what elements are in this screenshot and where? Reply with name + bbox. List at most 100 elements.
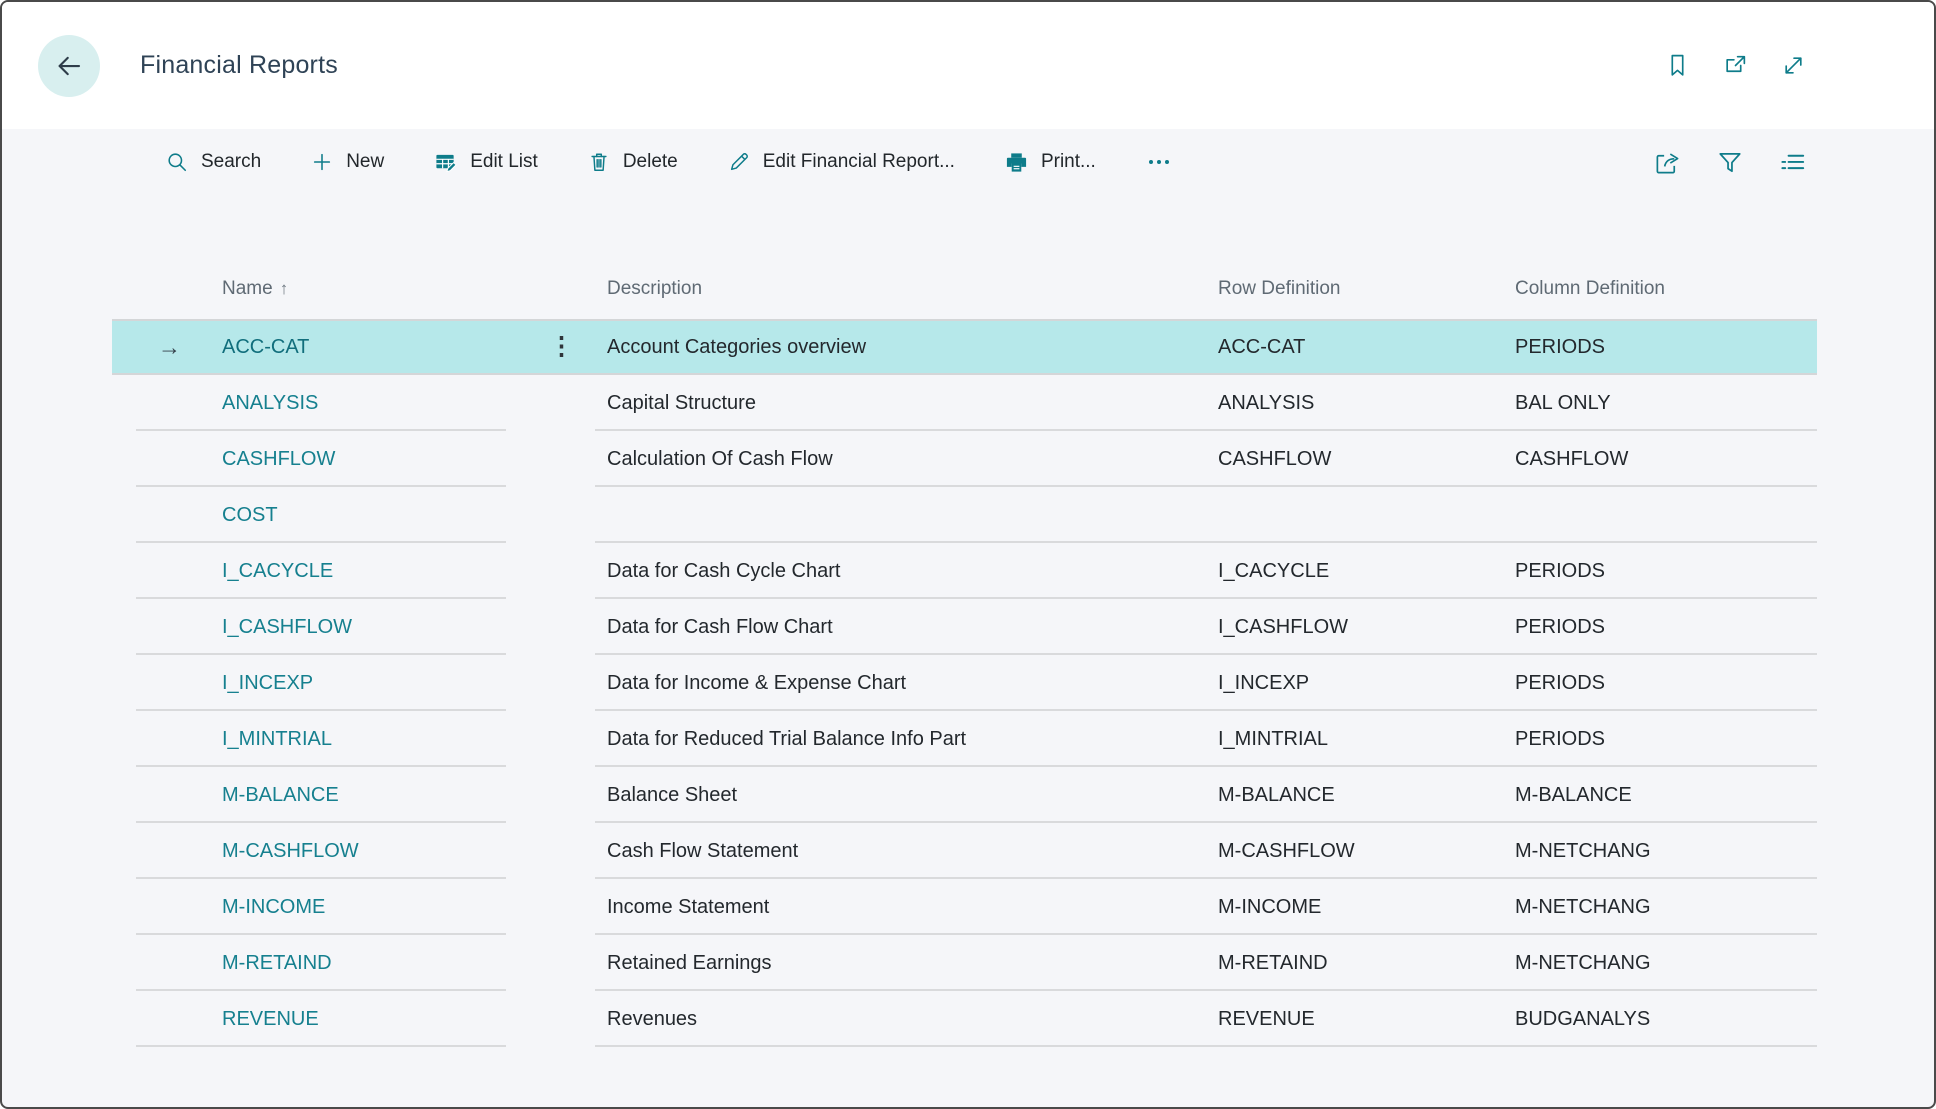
table-row[interactable]: → M-CASHFLOW ⋮ Cash Flow Statement M-CAS… [112, 823, 1817, 879]
row-definition-cell: I_INCEXP [1218, 672, 1515, 695]
column-header-description[interactable]: Description [607, 278, 1218, 300]
description-cell: Capital Structure [607, 392, 1218, 415]
row-context-menu-icon[interactable]: ⋮ [547, 334, 574, 360]
row-definition-link[interactable]: ANALYSIS [1218, 392, 1314, 414]
name-cell: M-RETAIND [222, 952, 547, 975]
table-row[interactable]: → I_INCEXP ⋮ Data for Income & Expense C… [112, 655, 1817, 711]
table-row[interactable]: → I_MINTRIAL ⋮ Data for Reduced Trial Ba… [112, 711, 1817, 767]
column-definition-link[interactable]: PERIODS [1515, 336, 1605, 359]
column-definition-link[interactable]: M-NETCHANG [1515, 952, 1651, 974]
table-row[interactable]: → CASHFLOW ⋮ Calculation Of Cash Flow CA… [112, 431, 1817, 487]
name-cell: I_INCEXP [222, 672, 547, 695]
table-row[interactable]: → ANALYSIS ⋮ Capital Structure ANALYSIS … [112, 375, 1817, 431]
sort-ascending-icon: ↑ [280, 279, 289, 299]
name-link[interactable]: I_INCEXP [222, 672, 313, 694]
row-gutter: → [112, 840, 222, 863]
name-cell: ANALYSIS [222, 392, 547, 415]
column-definition-link[interactable]: M-NETCHANG [1515, 896, 1651, 918]
delete-button[interactable]: Delete [588, 151, 678, 173]
row-definition-link[interactable]: M-CASHFLOW [1218, 840, 1355, 862]
name-link[interactable]: M-CASHFLOW [222, 840, 359, 862]
row-definition-link[interactable]: I_CASHFLOW [1218, 616, 1348, 638]
name-cell: I_MINTRIAL [222, 728, 547, 751]
column-definition-link[interactable]: CASHFLOW [1515, 448, 1628, 470]
column-definition-cell: PERIODS [1515, 336, 1817, 359]
row-gutter: → [112, 504, 222, 527]
name-link[interactable]: M-INCOME [222, 896, 325, 918]
row-definition-link[interactable]: M-INCOME [1218, 896, 1321, 918]
share-icon[interactable] [1654, 149, 1681, 176]
bookmark-icon[interactable] [1665, 53, 1690, 78]
column-definition-cell: PERIODS [1515, 672, 1817, 695]
table-row[interactable]: → COST ⋮ [112, 487, 1817, 543]
column-definition-cell: M-NETCHANG [1515, 840, 1817, 863]
column-header-row-definition[interactable]: Row Definition [1218, 278, 1515, 300]
name-link[interactable]: COST [222, 504, 278, 526]
name-link[interactable]: I_MINTRIAL [222, 728, 332, 750]
column-header-name[interactable]: Name ↑ [222, 278, 547, 300]
column-definition-link[interactable]: M-BALANCE [1515, 784, 1632, 806]
column-definition-cell: M-NETCHANG [1515, 952, 1817, 975]
search-label: Search [201, 151, 261, 173]
row-definition-cell: CASHFLOW [1218, 448, 1515, 471]
action-bar-left: Search New [166, 151, 1172, 174]
row-definition-link[interactable]: I_MINTRIAL [1218, 728, 1328, 750]
name-link[interactable]: REVENUE [222, 1008, 319, 1030]
row-definition-link[interactable]: M-RETAIND [1218, 952, 1328, 974]
name-cell: I_CASHFLOW [222, 616, 547, 639]
name-link[interactable]: I_CASHFLOW [222, 616, 352, 638]
delete-label: Delete [623, 151, 678, 173]
edit-financial-report-button[interactable]: Edit Financial Report... [728, 151, 955, 173]
name-link[interactable]: M-RETAIND [222, 952, 332, 974]
edit-list-button[interactable]: Edit List [434, 151, 538, 174]
table-row[interactable]: → M-INCOME ⋮ Income Statement M-INCOME M… [112, 879, 1817, 935]
column-definition-link[interactable]: PERIODS [1515, 728, 1605, 750]
column-definition-link[interactable]: PERIODS [1515, 560, 1605, 582]
column-definition-cell: M-NETCHANG [1515, 896, 1817, 919]
list-view-icon[interactable] [1779, 149, 1806, 176]
open-in-new-window-icon[interactable] [1723, 53, 1748, 78]
table-row[interactable]: → I_CASHFLOW ⋮ Data for Cash Flow Chart … [112, 599, 1817, 655]
action-bar-right [1654, 149, 1806, 176]
back-button[interactable] [38, 35, 100, 97]
name-link[interactable]: M-BALANCE [222, 784, 339, 806]
row-definition-link[interactable]: REVENUE [1218, 1008, 1315, 1030]
table-row[interactable]: → M-RETAIND ⋮ Retained Earnings M-RETAIN… [112, 935, 1817, 991]
expand-icon[interactable] [1781, 53, 1806, 78]
print-button[interactable]: Print... [1005, 151, 1096, 174]
edit-financial-report-label: Edit Financial Report... [763, 151, 955, 173]
table-row[interactable]: → ACC-CAT ⋮ Account Categories overview … [112, 319, 1817, 375]
name-link[interactable]: ACC-CAT [222, 336, 309, 359]
row-gutter: → [112, 392, 222, 415]
column-definition-link[interactable]: PERIODS [1515, 616, 1605, 638]
description-cell: Data for Cash Flow Chart [607, 616, 1218, 639]
delete-icon [588, 151, 610, 173]
column-definition-cell: PERIODS [1515, 728, 1817, 751]
column-header-column-definition[interactable]: Column Definition [1515, 278, 1817, 300]
row-definition-link[interactable]: I_CACYCLE [1218, 560, 1329, 582]
table-row[interactable]: → REVENUE ⋮ Revenues REVENUE BUDGANALYS [112, 991, 1817, 1047]
name-link[interactable]: I_CACYCLE [222, 560, 333, 582]
row-definition-link[interactable]: M-BALANCE [1218, 784, 1335, 806]
row-definition-link[interactable]: I_INCEXP [1218, 672, 1309, 694]
column-definition-link[interactable]: BAL ONLY [1515, 392, 1611, 414]
more-options-button[interactable] [1146, 151, 1172, 173]
row-definition-cell: M-BALANCE [1218, 784, 1515, 807]
filter-icon[interactable] [1717, 149, 1743, 175]
new-button[interactable]: New [311, 151, 384, 173]
description-cell: Data for Income & Expense Chart [607, 672, 1218, 695]
row-definition-link[interactable]: CASHFLOW [1218, 448, 1331, 470]
table-row[interactable]: → I_CACYCLE ⋮ Data for Cash Cycle Chart … [112, 543, 1817, 599]
edit-pencil-icon [728, 151, 750, 173]
column-definition-link[interactable]: M-NETCHANG [1515, 840, 1651, 862]
back-arrow-icon [54, 51, 84, 81]
name-link[interactable]: CASHFLOW [222, 448, 335, 470]
table-row[interactable]: → M-BALANCE ⋮ Balance Sheet M-BALANCE M-… [112, 767, 1817, 823]
search-button[interactable]: Search [166, 151, 261, 173]
column-definition-link[interactable]: BUDGANALYS [1515, 1008, 1650, 1030]
name-link[interactable]: ANALYSIS [222, 392, 318, 414]
column-definition-link[interactable]: PERIODS [1515, 672, 1605, 694]
financial-reports-table: Name ↑ Description Row Definition Column… [112, 259, 1817, 1047]
row-definition-link[interactable]: ACC-CAT [1218, 336, 1305, 359]
row-definition-cell: M-INCOME [1218, 896, 1515, 919]
